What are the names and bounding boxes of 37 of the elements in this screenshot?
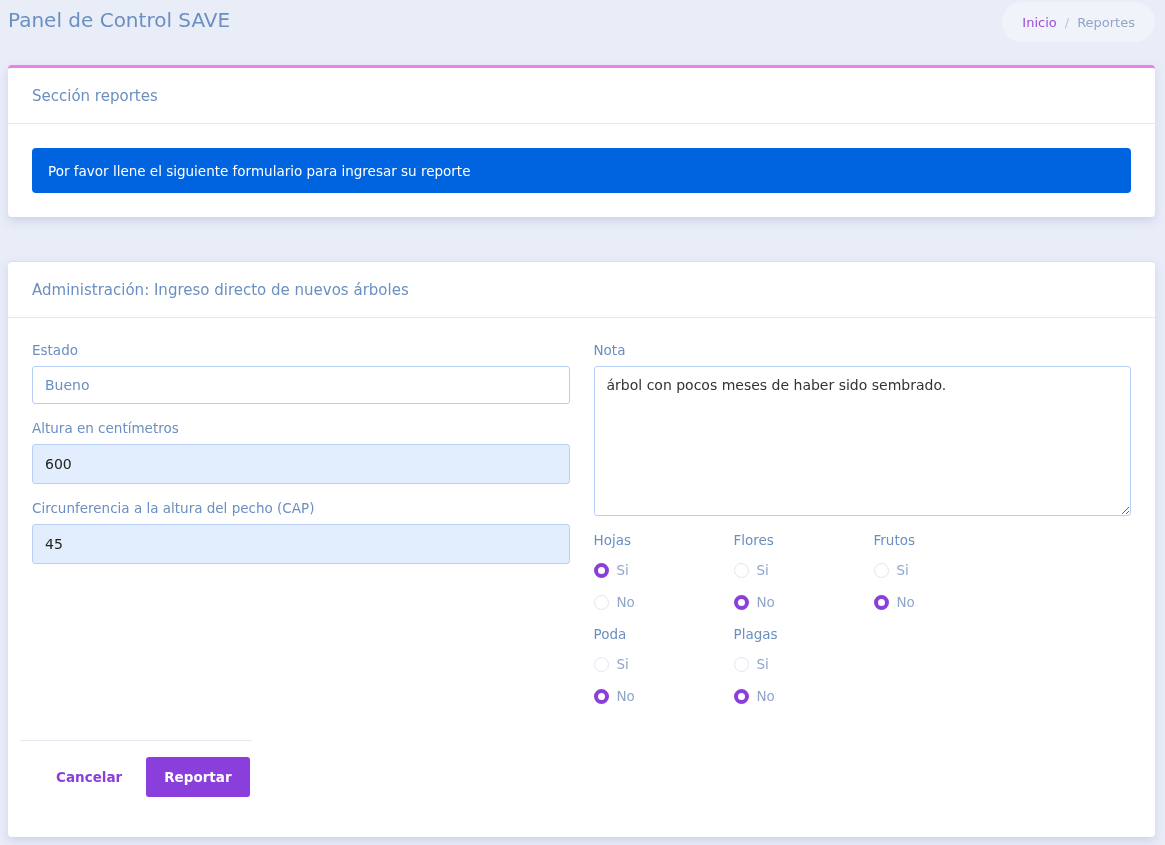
input-field[interactable]: 45 — [32, 524, 570, 564]
radio-group-label: Hojas — [593, 532, 632, 548]
breadcrumb-link[interactable]: Reportes — [1077, 14, 1135, 30]
radio-option[interactable]: No — [593, 680, 734, 712]
field-label: Circunferencia a la altura del pecho (CAP) — [32, 500, 316, 516]
radio-group-label: Frutos — [873, 532, 916, 548]
input-field[interactable]: 600 — [32, 444, 570, 484]
cancel-button[interactable]: Cancelar — [44, 761, 135, 793]
radio-option[interactable]: Si — [593, 554, 734, 586]
radio-button[interactable] — [733, 688, 749, 704]
card-title: Sección reportes — [8, 68, 1155, 124]
radio-option[interactable]: No — [593, 586, 734, 618]
breadcrumb-link[interactable]: Inicio — [1022, 14, 1057, 30]
breadcrumb-separator: / — [1064, 14, 1070, 30]
radio-option[interactable]: Si — [733, 648, 874, 680]
radio-button[interactable] — [873, 594, 889, 610]
submit-button[interactable]: Reportar — [146, 757, 250, 797]
input-field[interactable]: Bueno — [32, 366, 570, 404]
radio-group-label: Poda — [593, 626, 628, 642]
radio-option[interactable]: No — [733, 586, 874, 618]
field-label: Nota — [593, 342, 627, 358]
radio-option[interactable]: Si — [873, 554, 1014, 586]
field-label: Estado — [32, 342, 79, 358]
radio-option[interactable]: Si — [593, 648, 734, 680]
radio-option[interactable]: No — [733, 680, 874, 712]
page-title: Panel de Control SAVE — [8, 8, 231, 32]
radio-option[interactable]: Si — [733, 554, 874, 586]
radio-button[interactable] — [733, 594, 749, 610]
info-alert: Por favor llene el siguiente formulario para ingresar su reporte — [32, 148, 1131, 193]
radio-group-label: Plagas — [733, 626, 779, 642]
radio-group-label: Flores — [733, 532, 775, 548]
field-label: Altura en centímetros — [32, 420, 180, 436]
note-textarea[interactable]: árbol con pocos meses de haber sido sembrado. — [593, 366, 1131, 516]
radio-option[interactable]: No — [873, 586, 1014, 618]
card-title: Administración: Ingreso directo de nuevos árboles — [8, 262, 1155, 318]
radio-button[interactable] — [593, 562, 609, 578]
radio-button[interactable] — [593, 688, 609, 704]
